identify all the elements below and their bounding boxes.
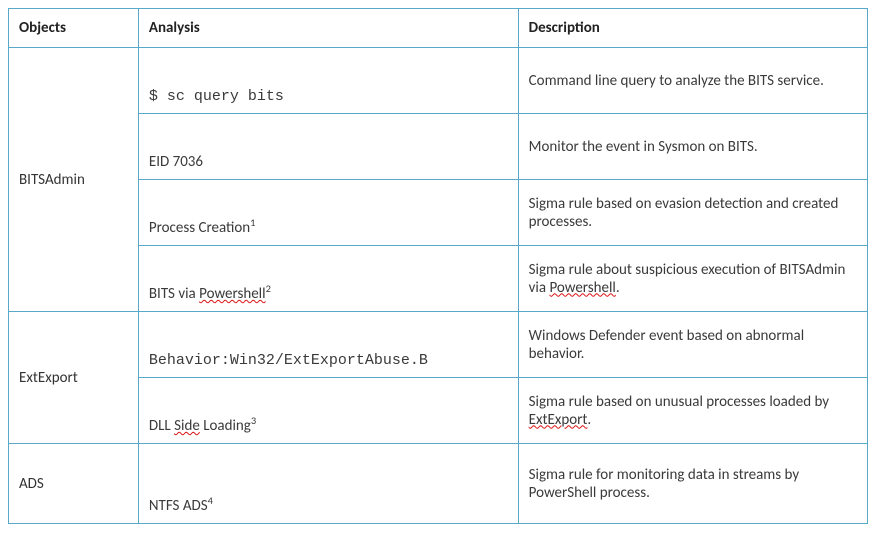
- description-cell: Sigma rule based on unusual processes lo…: [518, 378, 867, 444]
- table-row: ADS NTFS ADS4 Sigma rule for monitoring …: [9, 444, 868, 524]
- object-cell-bitsadmin: BITSAdmin: [9, 48, 139, 312]
- object-cell-extexport: ExtExport: [9, 312, 139, 444]
- analysis-cell: Behavior:Win32/ExtExportAbuse.B: [138, 312, 518, 378]
- footnote-ref: 1: [250, 216, 255, 229]
- analysis-text: DLL Side Loading: [149, 417, 251, 435]
- analysis-cell: BITS via Powershell2: [138, 246, 518, 312]
- description-cell: Monitor the event in Sysmon on BITS.: [518, 114, 867, 180]
- header-description: Description: [518, 9, 867, 48]
- description-cell: Sigma rule based on evasion detection an…: [518, 180, 867, 246]
- analysis-text: Behavior:Win32/ExtExportAbuse.B: [149, 352, 428, 369]
- description-cell: Sigma rule about suspicious execution of…: [518, 246, 867, 312]
- footnote-ref: 3: [251, 414, 256, 427]
- object-cell-ads: ADS: [9, 444, 139, 524]
- analysis-cell: DLL Side Loading3: [138, 378, 518, 444]
- analysis-cell: Process Creation1: [138, 180, 518, 246]
- table-row: BITSAdmin $ sc query bits Command line q…: [9, 48, 868, 114]
- table-header-row: Objects Analysis Description: [9, 9, 868, 48]
- analysis-cell: EID 7036: [138, 114, 518, 180]
- footnote-ref: 4: [208, 494, 213, 507]
- description-cell: Sigma rule for monitoring data in stream…: [518, 444, 867, 524]
- analysis-text: BITS via Powershell: [149, 285, 266, 303]
- header-objects: Objects: [9, 9, 139, 48]
- table-row: ExtExport Behavior:Win32/ExtExportAbuse.…: [9, 312, 868, 378]
- description-cell: Command line query to analyze the BITS s…: [518, 48, 867, 114]
- analysis-cell: NTFS ADS4: [138, 444, 518, 524]
- analysis-text: NTFS ADS: [149, 497, 208, 515]
- analysis-text: Process Creation: [149, 219, 250, 237]
- analysis-text: $ sc query bits: [149, 88, 284, 105]
- analysis-text: EID 7036: [149, 153, 203, 171]
- description-cell: Windows Defender event based on abnormal…: [518, 312, 867, 378]
- analysis-table: Objects Analysis Description BITSAdmin $…: [8, 8, 868, 524]
- footnote-ref: 2: [266, 282, 271, 295]
- analysis-cell: $ sc query bits: [138, 48, 518, 114]
- header-analysis: Analysis: [138, 9, 518, 48]
